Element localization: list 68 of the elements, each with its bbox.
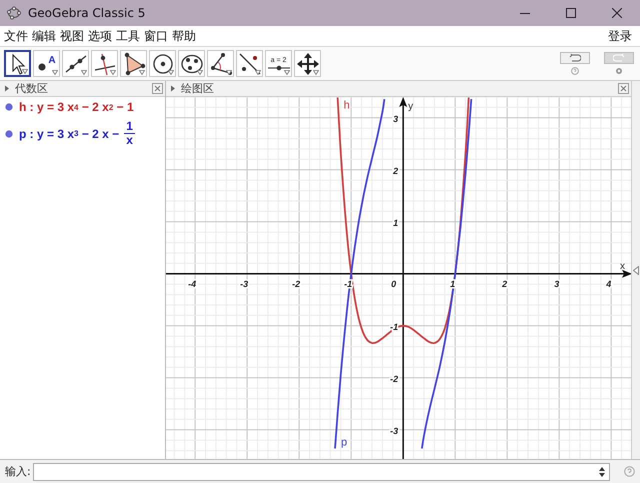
menu-item[interactable]: 帮助: [172, 28, 196, 44]
tick-label: 2: [502, 278, 508, 289]
point-label: A: [48, 55, 56, 66]
dropdown-triangle-icon: [197, 70, 203, 75]
input-label: 输入:: [5, 464, 31, 479]
angle-icon: [208, 52, 232, 76]
close-icon[interactable]: [618, 83, 629, 94]
tick-label: -4: [188, 278, 196, 289]
tick-label: 1: [393, 218, 398, 228]
collapse-triangle-icon[interactable]: [4, 85, 10, 92]
redo-icon: [613, 54, 625, 62]
function-formula[interactable]: h : y = 3 x$^{4}$ − 2 x$^{2}$ − 1: [19, 100, 134, 114]
tick-label: 3: [554, 278, 560, 289]
curve-label: h: [344, 100, 350, 112]
tool-button[interactable]: [4, 50, 31, 77]
function-curve[interactable]: [336, 97, 470, 344]
undo-icon: [569, 54, 581, 62]
panel-title: 代数区: [15, 81, 48, 96]
tool-button[interactable]: A: [33, 50, 60, 77]
axis-label: x: [620, 260, 625, 272]
menu-item[interactable]: 视图: [60, 28, 84, 44]
dropdown-triangle-icon: [255, 70, 261, 75]
dropdown-triangle-icon: [313, 70, 319, 75]
menu-item[interactable]: 编辑: [32, 28, 56, 44]
input-field[interactable]: [32, 462, 610, 480]
dropdown-triangle-icon: [81, 70, 87, 75]
four-arrows-icon: [296, 52, 318, 74]
menu-item[interactable]: 工具: [116, 28, 140, 44]
dropdown-triangle-icon: [22, 69, 28, 74]
menu-item[interactable]: 文件: [4, 28, 28, 44]
dropdown-triangle-icon: [168, 70, 174, 75]
tick-label: 2: [393, 166, 398, 176]
visibility-dot-icon[interactable]: [5, 130, 13, 138]
dropdown-triangle-icon: [139, 70, 145, 75]
tick-label: -2: [390, 374, 398, 384]
dropdown-triangle-icon: [284, 70, 290, 75]
axis-label: y: [408, 101, 414, 112]
dropdown-triangle-icon: [52, 70, 58, 75]
tick-label: -3: [240, 278, 248, 289]
close-icon[interactable]: [152, 83, 163, 94]
panel-title: 绘图区: [181, 81, 214, 96]
function-curve[interactable]: [334, 98, 472, 450]
point-icon: [37, 62, 48, 72]
maximize-icon: [566, 8, 576, 18]
tick-label: -3: [390, 426, 398, 436]
window-title: GeoGebra Classic 5: [28, 6, 146, 20]
menu-item[interactable]: 窗口: [144, 28, 168, 44]
menu-item[interactable]: 选项: [88, 28, 112, 44]
perpendicular-line-icon: [92, 52, 116, 76]
settings-icon[interactable]: [615, 67, 623, 75]
login-link[interactable]: 登录: [608, 28, 632, 44]
slider-icon: [268, 64, 290, 70]
visibility-dot-icon[interactable]: [5, 103, 13, 111]
close-icon: [612, 8, 622, 18]
dropdown-triangle-icon: [226, 70, 232, 75]
app-icon: [7, 6, 21, 20]
tick-label: 4: [606, 278, 612, 289]
tick-label: 3: [393, 114, 398, 124]
curve-label: p: [341, 436, 348, 449]
undo-button[interactable]: [560, 52, 590, 64]
expand-triangle-icon[interactable]: [633, 266, 639, 274]
origin-label: 0: [391, 278, 396, 289]
tick-label: -2: [292, 278, 300, 289]
up-down-arrows-icon[interactable]: [599, 466, 605, 476]
dropdown-triangle-icon: [110, 70, 116, 75]
circle-icon: [150, 52, 174, 76]
line-with-points-icon: [238, 52, 262, 76]
collapse-triangle-icon[interactable]: [170, 85, 176, 92]
